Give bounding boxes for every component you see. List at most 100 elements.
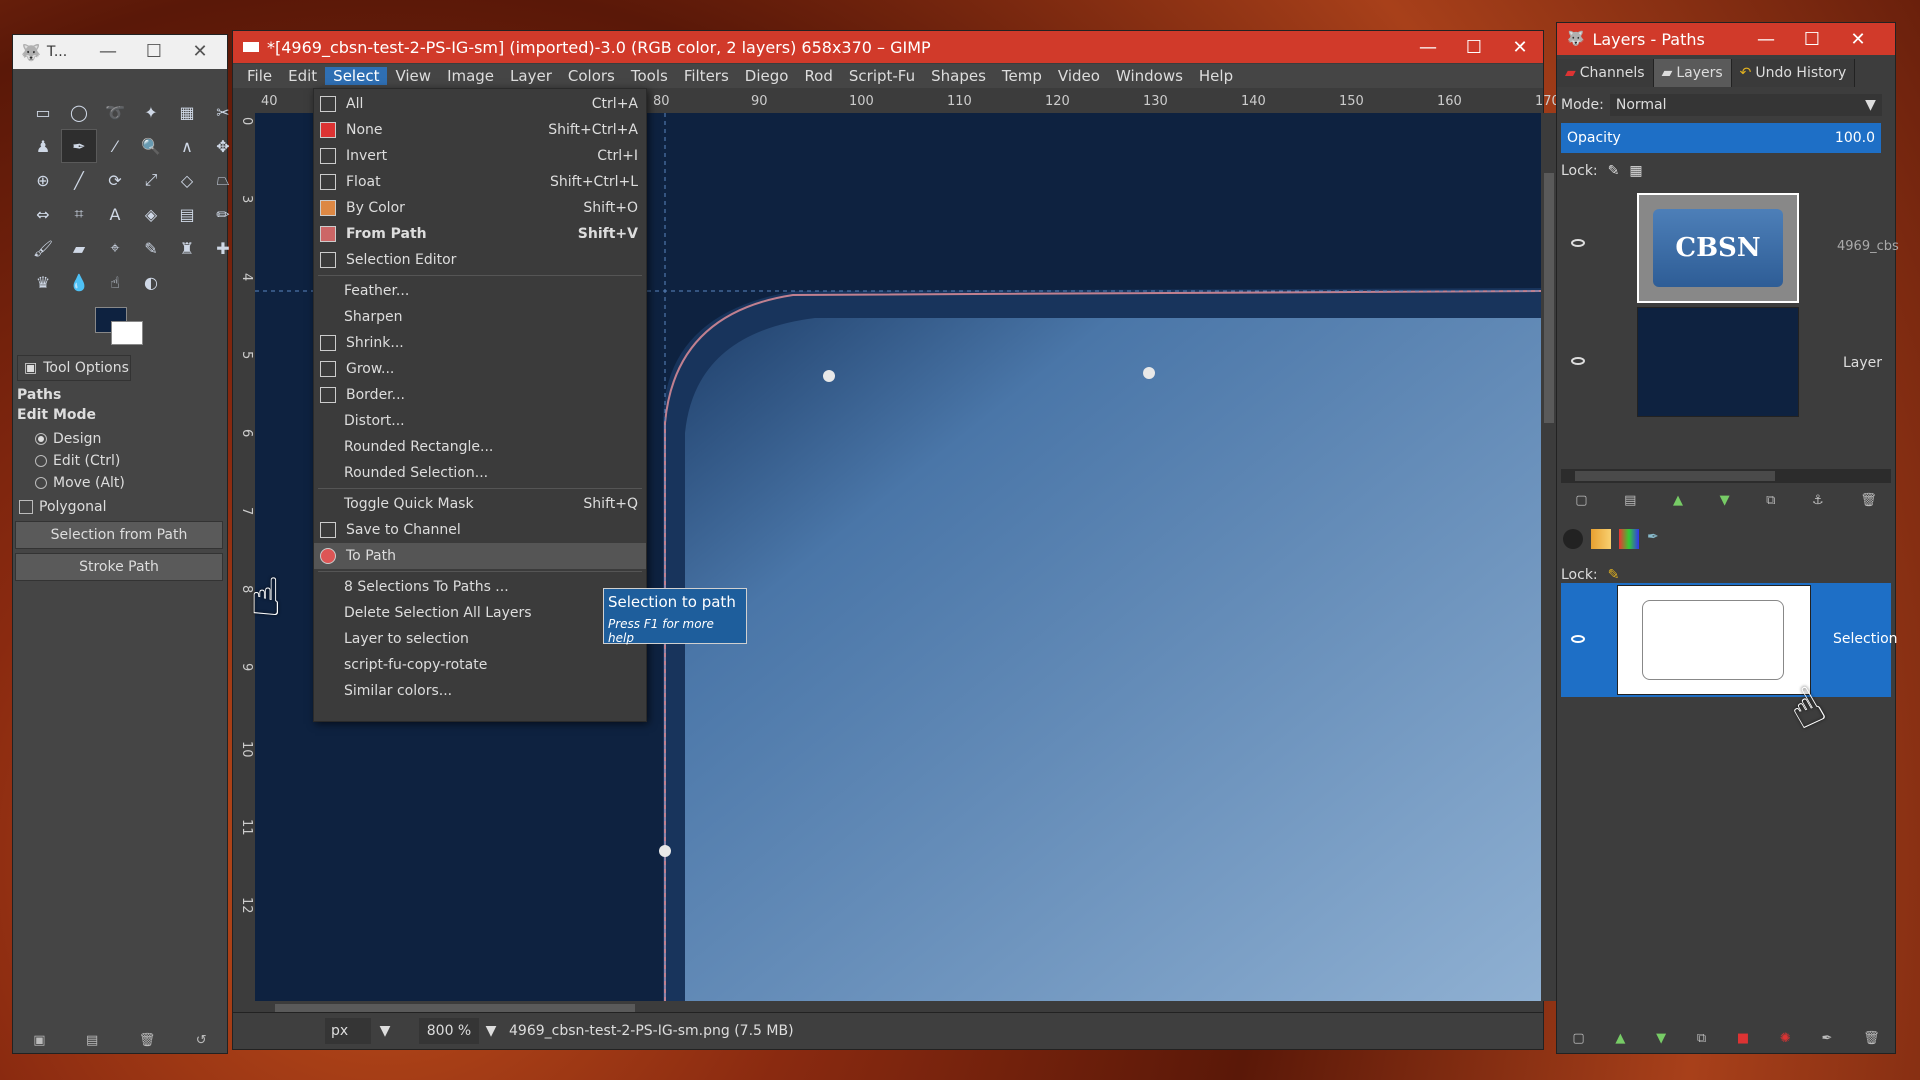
eraser-icon[interactable]: ▰ [61,231,97,265]
menu-diego[interactable]: Diego [737,67,797,85]
blur-icon[interactable]: 💧 [61,265,97,299]
menu-windows[interactable]: Windows [1108,67,1191,85]
menu-item-to-path[interactable]: To Path [314,543,646,569]
gradients-tab-icon[interactable] [1591,529,1611,549]
gradient-icon[interactable]: ▤ [169,197,205,231]
fuzzy-select-icon[interactable]: ✦ [133,95,169,129]
ellipse-select-icon[interactable]: ◯ [61,95,97,129]
paths-tool-icon[interactable]: ✒ [61,129,97,163]
stroke-path-icon[interactable]: ✒ [1821,1031,1832,1046]
tool-options-tab[interactable]: ▣ Tool Options [17,355,131,381]
layers-titlebar[interactable]: 🐺 Layers - Paths — ☐ ✕ [1557,23,1895,55]
menu-item-selection-editor[interactable]: Selection Editor [314,247,646,273]
menu-filters[interactable]: Filters [676,67,737,85]
zoom-select[interactable]: 800 % [419,1018,479,1044]
text-icon[interactable]: A [97,197,133,231]
minimize-icon[interactable]: — [1405,31,1451,63]
reset-options-icon[interactable]: ↺ [196,1033,207,1048]
mode-select[interactable]: Normal ▼ [1609,94,1882,116]
scale-icon[interactable]: ⤢ [133,163,169,197]
menu-item-grow[interactable]: Grow... [314,356,646,382]
path-to-selection-icon[interactable]: ■ [1737,1031,1749,1046]
unit-select[interactable]: px [325,1018,371,1044]
image-titlebar[interactable]: *[4969_cbsn-test-2-PS-IG-sm] (imported)-… [233,31,1543,63]
duplicate-layer-icon[interactable]: ⧉ [1766,493,1775,508]
menu-item-none[interactable]: None Shift+Ctrl+A [314,117,646,143]
menu-item-sharpen[interactable]: Sharpen [314,304,646,330]
menu-item-shrink[interactable]: Shrink... [314,330,646,356]
menu-rod[interactable]: Rod [796,67,840,85]
shear-icon[interactable]: ◇ [169,163,205,197]
menu-shapes[interactable]: Shapes [923,67,994,85]
menu-item-rounded-selection[interactable]: Rounded Selection... [314,460,646,486]
lower-path-icon[interactable]: ▼ [1656,1031,1666,1046]
visibility-eye-icon[interactable] [1571,635,1585,643]
menu-edit[interactable]: Edit [280,67,325,85]
menu-item-8-selections-to-paths[interactable]: 8 Selections To Paths ... [314,574,646,600]
menu-item-rounded-rectangle[interactable]: Rounded Rectangle... [314,434,646,460]
visibility-eye-icon[interactable] [1571,357,1585,365]
menu-item-from-path[interactable]: From Path Shift+V [314,221,646,247]
close-icon[interactable]: ✕ [1835,23,1881,55]
maximize-icon[interactable]: ☐ [1789,23,1835,55]
color-picker-icon[interactable]: ⁄ [97,129,133,163]
menu-help[interactable]: Help [1191,67,1241,85]
path-row-selection[interactable]: Selection [1561,583,1898,697]
vertical-ruler[interactable]: 0 3 4 5 6 7 8 9 10 11 12 [235,113,256,1001]
rotate-icon[interactable]: ⟳ [97,163,133,197]
delete-options-icon[interactable]: 🗑 [139,1033,156,1048]
cage-icon[interactable]: ⌗ [61,197,97,231]
menu-item-similar-colors[interactable]: Similar colors... [314,678,646,704]
menu-item-float[interactable]: Float Shift+Ctrl+L [314,169,646,195]
vertical-scrollbar[interactable] [1541,113,1557,1001]
raise-path-icon[interactable]: ▲ [1615,1031,1625,1046]
layers-hscrollbar[interactable] [1561,469,1891,483]
bucket-fill-icon[interactable]: ◈ [133,197,169,231]
clone-icon[interactable]: ♜ [169,231,205,265]
toolbox-titlebar[interactable]: 🐺 T... — ☐ ✕ [13,35,227,69]
menu-file[interactable]: File [239,67,280,85]
menu-item-all[interactable]: All Ctrl+A [314,91,646,117]
menu-item-save-to-channel[interactable]: Save to Channel [314,517,646,543]
tab-layers[interactable]: ▰ Layers [1653,59,1732,87]
menu-item-invert[interactable]: Invert Ctrl+I [314,143,646,169]
visibility-eye-icon[interactable] [1571,239,1585,247]
menu-item-layer-to-selection[interactable]: Layer to selection [314,626,646,652]
vertical-scroll-thumb[interactable] [1544,173,1554,423]
menu-item-toggle-quick-mask[interactable]: Toggle Quick Mask Shift+Q [314,491,646,517]
close-icon[interactable]: ✕ [1497,31,1543,63]
lock-alpha-icon[interactable]: ▦ [1629,163,1642,179]
menu-item-delete-selection-all-layers[interactable]: Delete Selection All Layers [314,600,646,626]
new-path-icon[interactable]: ▢ [1572,1031,1584,1046]
duplicate-path-icon[interactable]: ⧉ [1697,1031,1706,1046]
menu-item-by-color[interactable]: By Color Shift+O [314,195,646,221]
lock-path-icon[interactable]: ✎ [1608,567,1620,583]
menu-image[interactable]: Image [439,67,502,85]
measure-icon[interactable]: ∧ [169,129,205,163]
menu-select[interactable]: Select [325,67,388,85]
minimize-icon[interactable]: — [85,35,131,67]
flip-icon[interactable]: ⇔ [25,197,61,231]
paths-tab-icon[interactable]: ✒ [1647,529,1667,549]
rect-select-icon[interactable]: ▭ [25,95,61,129]
menu-item-border[interactable]: Border... [314,382,646,408]
ink-icon[interactable]: ✎ [133,231,169,265]
menu-item-distort[interactable]: Distort... [314,408,646,434]
menu-colors[interactable]: Colors [560,67,623,85]
restore-options-icon[interactable]: ▤ [86,1033,98,1048]
lock-pixels-icon[interactable]: ✎ [1608,163,1620,179]
lower-layer-icon[interactable]: ▼ [1720,493,1730,508]
menu-item-feather[interactable]: Feather... [314,278,646,304]
new-group-icon[interactable]: ▤ [1624,493,1636,508]
menu-temp[interactable]: Temp [994,67,1050,85]
tab-undo-history[interactable]: ↶ Undo History [1731,59,1856,87]
color-select-icon[interactable]: ▦ [169,95,205,129]
paintbrush-icon[interactable]: 🖌 [25,231,61,265]
airbrush-icon[interactable]: ⌖ [97,231,133,265]
chevron-down-icon[interactable]: ▼ [479,1023,503,1039]
menu-tools[interactable]: Tools [623,67,676,85]
align-icon[interactable]: ⊕ [25,163,61,197]
menu-video[interactable]: Video [1050,67,1108,85]
knife-icon[interactable]: ╱ [61,163,97,197]
maximize-icon[interactable]: ☐ [1451,31,1497,63]
